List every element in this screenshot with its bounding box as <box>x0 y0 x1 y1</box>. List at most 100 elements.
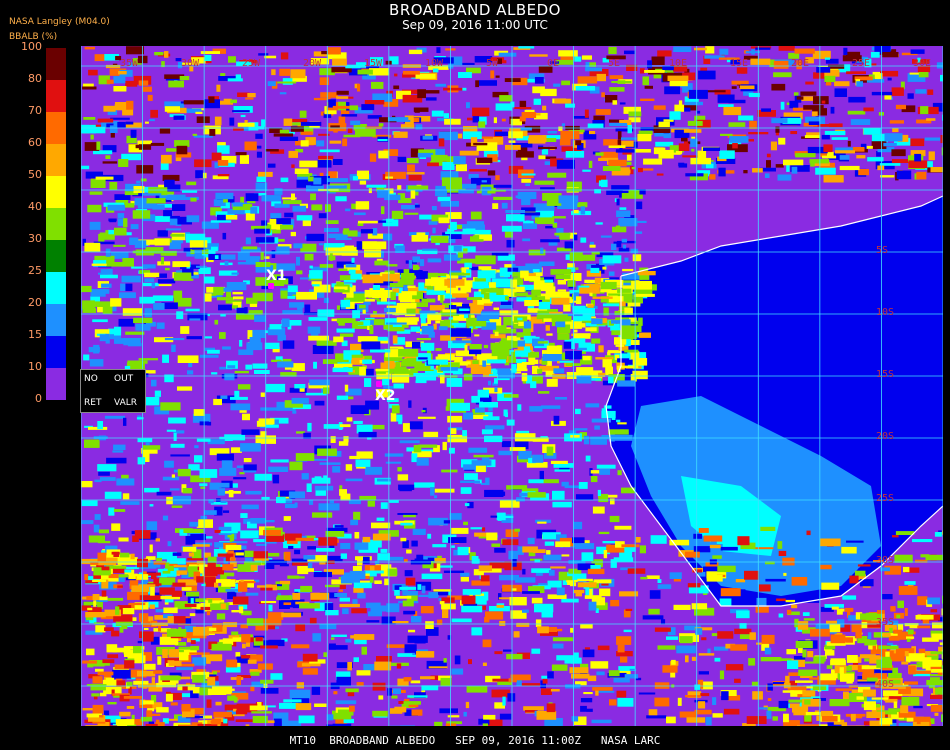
cloud-pixel <box>758 584 771 592</box>
colorbar-tick-label: 100 <box>21 40 42 53</box>
cloud-pixel <box>359 180 367 185</box>
cloud-pixel <box>285 503 297 509</box>
cloud-pixel <box>558 126 563 132</box>
cloud-pixel <box>630 248 639 254</box>
cloud-pixel <box>279 702 299 709</box>
cloud-pixel <box>773 72 792 78</box>
cloud-pixel <box>165 693 173 702</box>
cloud-pixel <box>146 710 153 718</box>
cloud-pixel <box>783 159 804 166</box>
cloud-pixel <box>378 123 384 127</box>
cloud-pixel <box>348 269 356 274</box>
cloud-pixel <box>121 626 128 630</box>
cloud-pixel <box>164 106 180 112</box>
cloud-pixel <box>397 185 402 190</box>
cloud-pixel <box>617 470 622 476</box>
cloud-pixel <box>557 289 567 292</box>
colorbar-tick-label: 0 <box>35 392 42 405</box>
longitude-label: 15W <box>364 58 383 69</box>
cloud-pixel <box>435 83 446 87</box>
cloud-pixel <box>213 711 232 718</box>
cloud-pixel <box>300 121 322 126</box>
cloud-pixel <box>871 697 889 700</box>
cloud-pixel <box>319 462 341 465</box>
cloud-pixel <box>686 717 706 723</box>
cloud-pixel <box>172 204 186 211</box>
cloud-pixel <box>895 531 915 535</box>
cloud-pixel <box>735 579 746 583</box>
cloud-pixel <box>451 322 466 326</box>
cloud-pixel <box>516 622 530 627</box>
cloud-pixel <box>375 369 391 372</box>
cloud-pixel <box>105 64 121 69</box>
cloud-pixel <box>478 266 492 270</box>
cloud-pixel <box>246 553 250 558</box>
cloud-pixel <box>274 188 283 195</box>
cloud-pixel <box>126 681 133 686</box>
cloud-pixel <box>149 544 153 553</box>
cloud-pixel <box>453 156 466 165</box>
cloud-pixel <box>575 494 594 500</box>
cloud-pixel <box>418 282 425 291</box>
cloud-pixel <box>210 220 232 223</box>
cloud-pixel <box>117 720 128 726</box>
cloud-pixel <box>390 291 396 300</box>
albedo-map[interactable] <box>81 46 943 726</box>
cloud-pixel <box>406 549 412 554</box>
colorbar-tick-label: 60 <box>28 136 42 149</box>
cloud-pixel <box>761 108 771 112</box>
cloud-pixel <box>403 610 416 615</box>
cloud-pixel <box>780 101 785 110</box>
cloud-pixel <box>414 204 420 208</box>
cloud-pixel <box>118 537 129 542</box>
cloud-pixel <box>892 128 899 133</box>
cloud-pixel <box>441 469 458 473</box>
cloud-pixel <box>371 81 384 89</box>
cloud-pixel <box>939 642 943 646</box>
cloud-pixel <box>729 136 749 143</box>
cloud-pixel <box>463 248 468 254</box>
cloud-pixel <box>291 119 308 122</box>
cloud-pixel <box>650 535 667 544</box>
cloud-pixel <box>930 167 943 173</box>
cloud-pixel <box>917 596 928 606</box>
cloud-pixel <box>502 539 519 546</box>
cloud-pixel <box>302 668 318 675</box>
cloud-pixel <box>470 211 482 220</box>
cloud-pixel <box>903 566 910 573</box>
cloud-pixel <box>377 301 396 305</box>
cloud-pixel <box>171 590 182 597</box>
cloud-pixel <box>542 678 548 684</box>
cloud-pixel <box>338 441 349 446</box>
cloud-pixel <box>569 667 589 674</box>
longitude-label: 5W <box>486 58 499 69</box>
cloud-pixel <box>521 178 532 183</box>
cloud-pixel <box>800 724 819 726</box>
cloud-pixel <box>433 589 452 592</box>
cloud-pixel <box>904 608 908 616</box>
cloud-pixel <box>343 718 354 724</box>
cloud-pixel <box>163 607 178 614</box>
cloud-pixel <box>546 333 553 336</box>
cloud-pixel <box>475 465 486 473</box>
cloud-pixel <box>830 106 835 114</box>
cloud-pixel <box>310 193 316 201</box>
map-title: BROADBAND ALBEDO <box>389 1 561 19</box>
cloud-pixel <box>412 256 420 263</box>
cloud-pixel <box>318 155 334 160</box>
cloud-pixel <box>793 92 799 96</box>
cloud-pixel <box>932 622 943 629</box>
cloud-pixel <box>534 217 555 225</box>
cloud-pixel <box>338 116 346 124</box>
cloud-pixel <box>150 142 165 146</box>
longitude-label: 25W <box>242 58 261 69</box>
cloud-pixel <box>211 718 222 725</box>
cloud-pixel <box>170 454 190 457</box>
cloud-pixel <box>308 317 328 321</box>
cloud-pixel <box>611 81 632 84</box>
cloud-pixel <box>110 132 115 138</box>
cloud-pixel <box>431 206 437 211</box>
cloud-pixel <box>88 69 98 76</box>
marker-x2[interactable] <box>376 381 382 387</box>
cloud-pixel <box>481 527 486 532</box>
